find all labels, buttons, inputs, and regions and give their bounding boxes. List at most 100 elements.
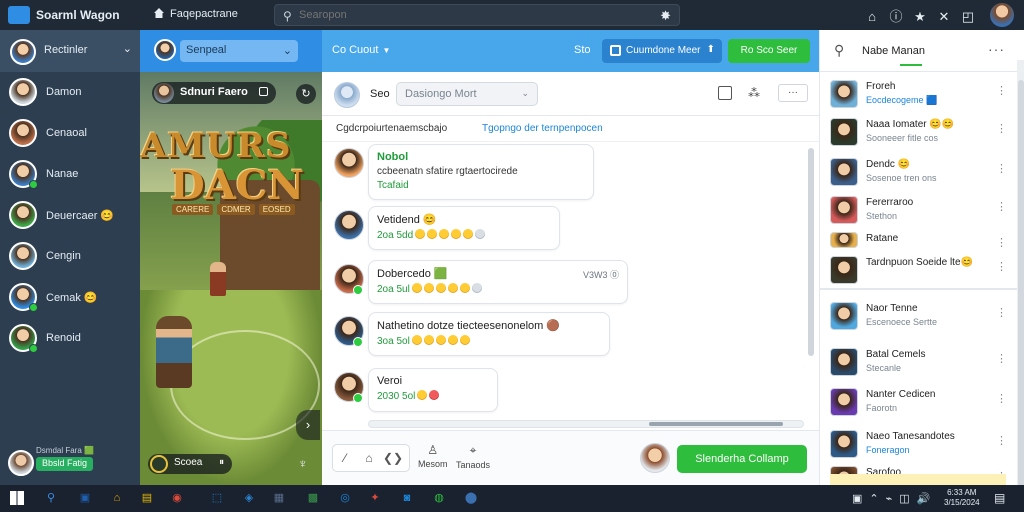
emoji-icon[interactable]	[429, 390, 440, 400]
game-selector[interactable]: Senpeal ⌄	[180, 40, 298, 62]
search-icon[interactable]: ⚲	[42, 489, 60, 507]
folder-icon[interactable]: ▤	[138, 489, 156, 507]
pause-icon[interactable]: ⏸	[219, 457, 224, 468]
store-icon[interactable]: ⌂	[108, 489, 126, 507]
more-icon[interactable]: ⋮	[996, 352, 1007, 365]
app-icon[interactable]: ◙	[398, 489, 416, 507]
more-icon[interactable]: ···	[778, 84, 808, 102]
app-icon[interactable]: ▩	[304, 489, 322, 507]
scrollbar[interactable]	[368, 420, 804, 428]
more-icon[interactable]: ⋮	[996, 162, 1007, 175]
emoji-icon[interactable]	[423, 283, 434, 293]
avatar[interactable]	[334, 316, 364, 347]
more-icon[interactable]: ···	[988, 41, 1005, 57]
reload-icon[interactable]: ↻	[296, 84, 316, 104]
emoji-icon[interactable]	[435, 283, 446, 293]
sidebar-item-contact[interactable]: Cemak 😊	[0, 277, 140, 318]
file-icon[interactable]: ▦	[270, 489, 288, 507]
more-icon[interactable]: ⋮	[996, 306, 1007, 319]
emoji-icon[interactable]	[435, 335, 446, 345]
send-button[interactable]: Slenderha Collamp	[677, 445, 807, 473]
home-link[interactable]: Faqepactrane	[154, 8, 238, 20]
call-dropdown[interactable]: Co Cuout ▼	[332, 44, 390, 56]
emoji-icon[interactable]	[427, 229, 438, 239]
star-icon[interactable]: ★	[908, 9, 932, 25]
tab-threads[interactable]: ⌖ Tanaods	[456, 443, 490, 470]
close-icon[interactable]: ✕	[932, 9, 956, 25]
search-icon[interactable]: ⚲	[834, 42, 844, 59]
sidebar-item-contact[interactable]: Deuercaer 😊	[0, 195, 140, 236]
avatar[interactable]	[334, 372, 364, 403]
emoji-icon[interactable]	[459, 283, 470, 293]
chrome-icon[interactable]: ◉	[168, 489, 186, 507]
video-label[interactable]: Sto	[574, 44, 591, 56]
code-icon[interactable]: ❮❯	[381, 445, 405, 471]
scrollbar[interactable]	[1017, 60, 1024, 500]
info-icon[interactable]: ⓘ	[884, 6, 908, 25]
scrollbar-thumb[interactable]	[1018, 80, 1024, 500]
scrollbar[interactable]	[808, 148, 814, 356]
avatar[interactable]	[334, 210, 364, 240]
next-arrow-icon[interactable]: ›	[296, 410, 320, 440]
chevron-up-icon[interactable]: ⌃	[869, 492, 878, 505]
join-meeting-button[interactable]: Cuumdone Meer ⬆	[602, 39, 722, 63]
avatar[interactable]	[334, 148, 364, 178]
restore-icon[interactable]: ◰	[956, 9, 980, 25]
app-icon[interactable]: ⬤	[462, 489, 480, 507]
emoji-icon[interactable]	[423, 335, 434, 345]
avatar[interactable]	[640, 443, 670, 473]
conversation-select[interactable]: Dasiongo Mort ⌄	[396, 82, 538, 106]
more-icon[interactable]: ⋮	[996, 236, 1007, 249]
avatar[interactable]	[334, 264, 364, 295]
game-title-label[interactable]: Sdnuri Faero	[152, 82, 276, 104]
sidebar-header[interactable]: Rectinler ⌄	[0, 30, 140, 72]
app-icon[interactable]: ⬚	[208, 489, 226, 507]
star-icon[interactable]: ✸	[660, 8, 671, 24]
avatar[interactable]	[8, 450, 34, 476]
sidebar-item-contact[interactable]: Nanae	[0, 154, 140, 195]
windows-start-icon[interactable]	[10, 491, 24, 505]
emoji-icon[interactable]	[463, 229, 474, 239]
more-icon[interactable]: ⋮	[996, 260, 1007, 273]
network-icon[interactable]: ⌁	[886, 492, 893, 505]
favorite-icon[interactable]: ♆	[298, 456, 308, 471]
home-icon[interactable]: ⌂	[860, 9, 884, 24]
emoji-icon[interactable]	[447, 335, 458, 345]
settings-icon[interactable]: ⁂	[748, 86, 760, 100]
more-icon[interactable]: ⋮	[996, 84, 1007, 97]
sidebar-item-contact[interactable]: Cengin	[0, 236, 140, 277]
more-icon[interactable]: ⋮	[996, 122, 1007, 135]
tray-icon[interactable]: ▣	[852, 492, 862, 505]
avatar[interactable]	[990, 3, 1014, 27]
emoji-icon[interactable]	[417, 390, 428, 400]
search-bar[interactable]: ⚲ ✸	[274, 4, 680, 26]
task-view-icon[interactable]: ▣	[76, 489, 94, 507]
clock[interactable]: 6:33 AM 3/15/2024	[944, 488, 980, 508]
emoji-icon[interactable]	[411, 283, 422, 293]
notification-icon[interactable]: ▤	[994, 491, 1005, 505]
window-icon[interactable]	[718, 86, 732, 100]
game-status-pill[interactable]: Scoea ⏸	[148, 454, 233, 474]
banner-link[interactable]: Tgopngo der ternpenpocen	[482, 123, 603, 134]
sidebar-item-contact[interactable]: Renoid	[0, 318, 140, 359]
chevron-down-icon[interactable]: ⌄	[123, 42, 132, 55]
app-icon[interactable]: ◈	[240, 489, 258, 507]
tab-messages[interactable]: ♙ Mesom	[418, 443, 448, 469]
volume-icon[interactable]: 🔊	[917, 492, 931, 505]
more-icon[interactable]: ⋮	[996, 434, 1007, 447]
sidebar-item-contact[interactable]: Cenaoal	[0, 113, 140, 154]
more-icon[interactable]: ⋮	[996, 392, 1007, 405]
emoji-icon[interactable]	[459, 335, 470, 345]
start-button[interactable]: Ro Sco Seer	[728, 39, 810, 63]
emoji-icon[interactable]	[451, 229, 462, 239]
more-icon[interactable]: ⋮	[996, 200, 1007, 213]
pen-icon[interactable]: ⁄	[333, 445, 357, 471]
app-icon[interactable]: ◍	[430, 489, 448, 507]
sidebar-item-contact[interactable]: Damon	[0, 72, 140, 113]
search-input[interactable]	[299, 7, 619, 23]
emoji-icon[interactable]	[439, 229, 450, 239]
avatar[interactable]	[334, 82, 360, 108]
home-icon[interactable]: ⌂	[357, 445, 381, 471]
app-icon[interactable]: ✦	[366, 489, 384, 507]
emoji-icon[interactable]	[447, 283, 458, 293]
